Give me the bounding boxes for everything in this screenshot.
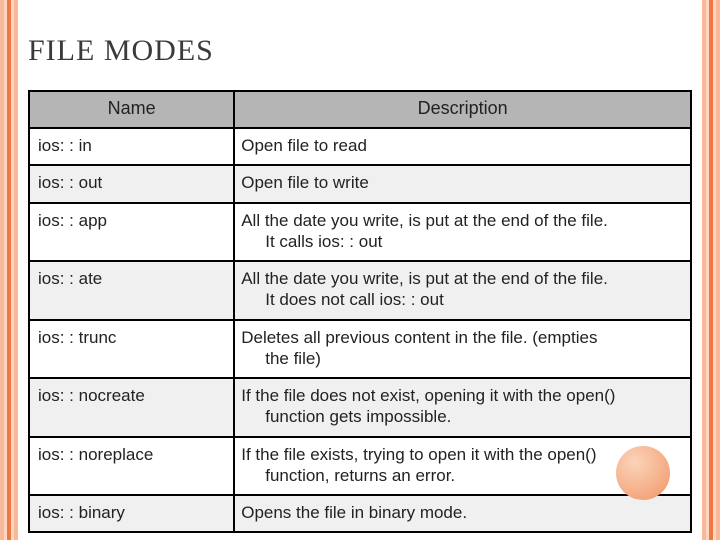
col-header-name: Name — [29, 91, 234, 128]
cell-desc: Open file to read — [234, 128, 691, 165]
cell-desc: Opens the file in binary mode. — [234, 495, 691, 532]
cell-desc: All the date you write, is put at the en… — [234, 261, 691, 320]
cell-name: ios: : ate — [29, 261, 234, 320]
cell-name: ios: : in — [29, 128, 234, 165]
cell-name: ios: : nocreate — [29, 378, 234, 437]
file-modes-table: Name Description ios: : in Open file to … — [28, 90, 692, 533]
table-row: ios: : nocreate If the file does not exi… — [29, 378, 691, 437]
decor-stripe-right — [702, 0, 720, 540]
table-row: ios: : trunc Deletes all previous conten… — [29, 320, 691, 379]
decor-circle-icon — [616, 446, 670, 500]
decor-stripe-left — [0, 0, 18, 540]
cell-name: ios: : binary — [29, 495, 234, 532]
cell-name: ios: : app — [29, 203, 234, 262]
cell-name: ios: : noreplace — [29, 437, 234, 496]
page-title: FILE MODES — [28, 34, 692, 68]
cell-name: ios: : trunc — [29, 320, 234, 379]
table-row: ios: : in Open file to read — [29, 128, 691, 165]
table-row: ios: : binary Opens the file in binary m… — [29, 495, 691, 532]
table-row: ios: : noreplace If the file exists, try… — [29, 437, 691, 496]
col-header-desc: Description — [234, 91, 691, 128]
cell-name: ios: : out — [29, 165, 234, 202]
cell-desc: Open file to write — [234, 165, 691, 202]
cell-desc: All the date you write, is put at the en… — [234, 203, 691, 262]
cell-desc: Deletes all previous content in the file… — [234, 320, 691, 379]
table-row: ios: : app All the date you write, is pu… — [29, 203, 691, 262]
table-row: ios: : ate All the date you write, is pu… — [29, 261, 691, 320]
table-row: ios: : out Open file to write — [29, 165, 691, 202]
cell-desc: If the file does not exist, opening it w… — [234, 378, 691, 437]
